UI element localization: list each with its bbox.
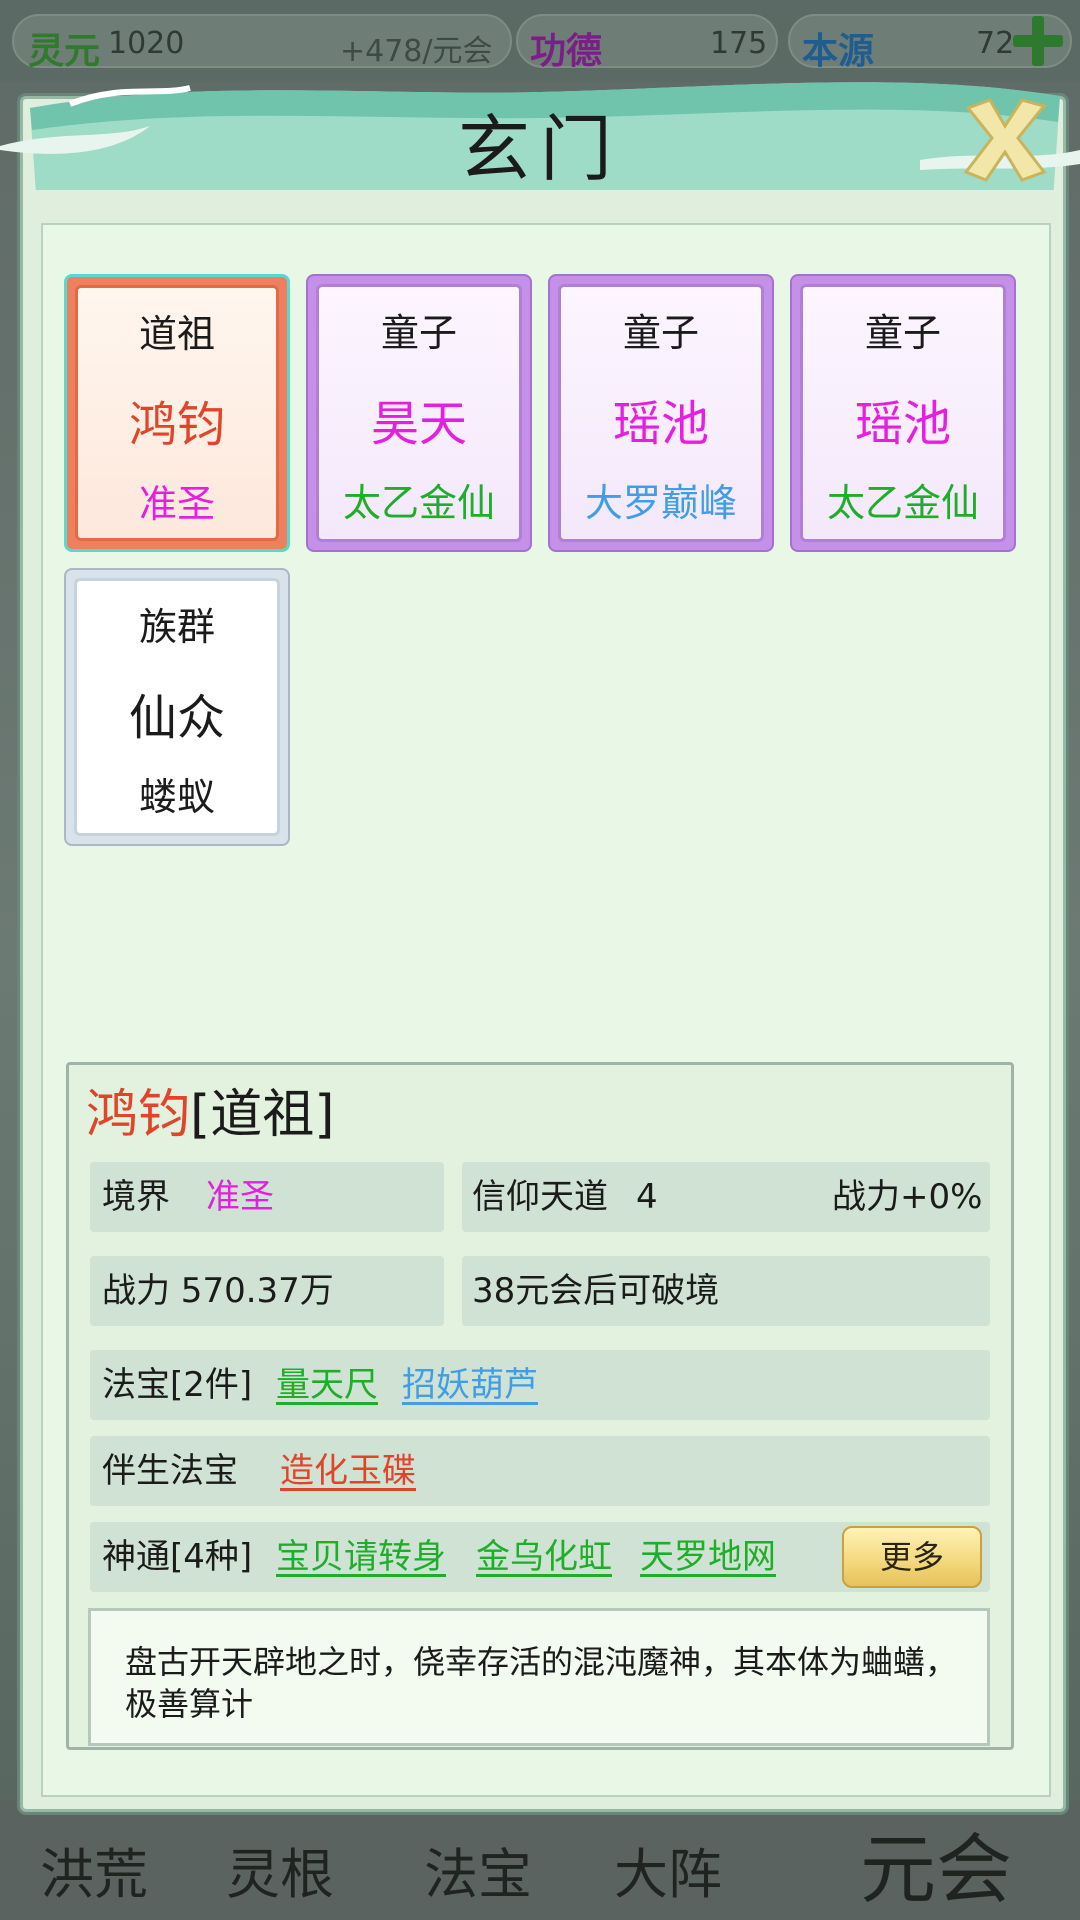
member-card-haotian[interactable]: 童子 昊天 太乙金仙 (306, 274, 532, 552)
card-name: 瑶池 (612, 396, 709, 452)
card-role: 族群 (138, 605, 215, 649)
card-realm: 大罗巅峰 (584, 481, 737, 525)
member-card-yaochi-1[interactable]: 童子 瑶池 大罗巅峰 (548, 274, 774, 552)
member-card-xianzhong[interactable]: 族群 仙众 蝼蚁 (64, 568, 290, 846)
skills-label: 神通[4种] (102, 1537, 253, 1577)
companion-label: 伴生法宝 (102, 1451, 238, 1491)
faith-label: 信仰天道 (472, 1177, 608, 1217)
power-row: 战力 570.37万 (90, 1256, 444, 1326)
treasure-link-zhaoyaohulu[interactable]: 招妖葫芦 (402, 1350, 538, 1420)
member-card-yaochi-2[interactable]: 童子 瑶池 太乙金仙 (790, 274, 1016, 552)
companion-link[interactable]: 造化玉碟 (280, 1436, 416, 1506)
realm-row: 境界 准圣 (90, 1162, 444, 1232)
faith-bonus: 战力+0% (832, 1177, 983, 1217)
card-realm: 太乙金仙 (342, 481, 495, 525)
faith-value: 4 (636, 1177, 658, 1217)
nav-fabao[interactable]: 法宝 (424, 1830, 532, 1909)
treasure-link-liangtianchi[interactable]: 量天尺 (276, 1350, 378, 1420)
faith-row: 信仰天道 4 战力+0% (462, 1162, 990, 1232)
description-text: 盘古开天辟地之时，侥幸存活的混沌魔神，其本体为蛐蟮，极善算计 (125, 1643, 958, 1723)
card-role: 童子 (380, 311, 457, 355)
nav-honghuang[interactable]: 洪荒 (40, 1830, 148, 1909)
companion-row: 伴生法宝 造化玉碟 (90, 1436, 990, 1506)
detail-heading: 鸿钧[道祖] (86, 1072, 335, 1147)
nav-dazhen[interactable]: 大阵 (614, 1830, 722, 1909)
card-role: 童子 (864, 311, 941, 355)
card-realm: 蝼蚁 (138, 775, 215, 819)
treasures-row: 法宝[2件] 量天尺 招妖葫芦 (90, 1350, 990, 1420)
description-box: 盘古开天辟地之时，侥幸存活的混沌魔神，其本体为蛐蟮，极善算计 (88, 1608, 990, 1746)
breakthrough-text: 38元会后可破境 (472, 1271, 720, 1311)
card-name: 仙众 (128, 690, 225, 746)
card-role: 童子 (622, 311, 699, 355)
realm-value: 准圣 (206, 1177, 274, 1217)
card-realm: 太乙金仙 (826, 481, 979, 525)
card-role: 道祖 (138, 312, 215, 356)
card-name: 鸿钧 (128, 397, 225, 453)
card-name: 瑶池 (854, 396, 951, 452)
nav-linggen[interactable]: 灵根 (226, 1830, 334, 1909)
detail-role: [道祖] (190, 1085, 335, 1145)
nav-yuanhui[interactable]: 元会 (860, 1808, 1012, 1918)
member-card-hongjun[interactable]: 道祖 鸿钧 准圣 (64, 274, 290, 552)
skill-link-tianluo[interactable]: 天罗地网 (640, 1522, 776, 1592)
skill-link-baobei[interactable]: 宝贝请转身 (276, 1522, 446, 1592)
dialog-title: 玄门 (457, 107, 622, 191)
treasures-label: 法宝[2件] (102, 1365, 253, 1405)
card-realm: 准圣 (138, 482, 215, 526)
realm-label: 境界 (102, 1177, 170, 1217)
card-name: 昊天 (370, 396, 467, 452)
more-skills-button[interactable]: 更多 (842, 1526, 982, 1588)
skill-link-jinwu[interactable]: 金乌化虹 (476, 1522, 612, 1592)
power-value: 战力 570.37万 (102, 1271, 334, 1311)
breakthrough-row: 38元会后可破境 (462, 1256, 990, 1326)
detail-name: 鸿钧 (86, 1085, 191, 1145)
close-icon[interactable] (960, 94, 1050, 184)
